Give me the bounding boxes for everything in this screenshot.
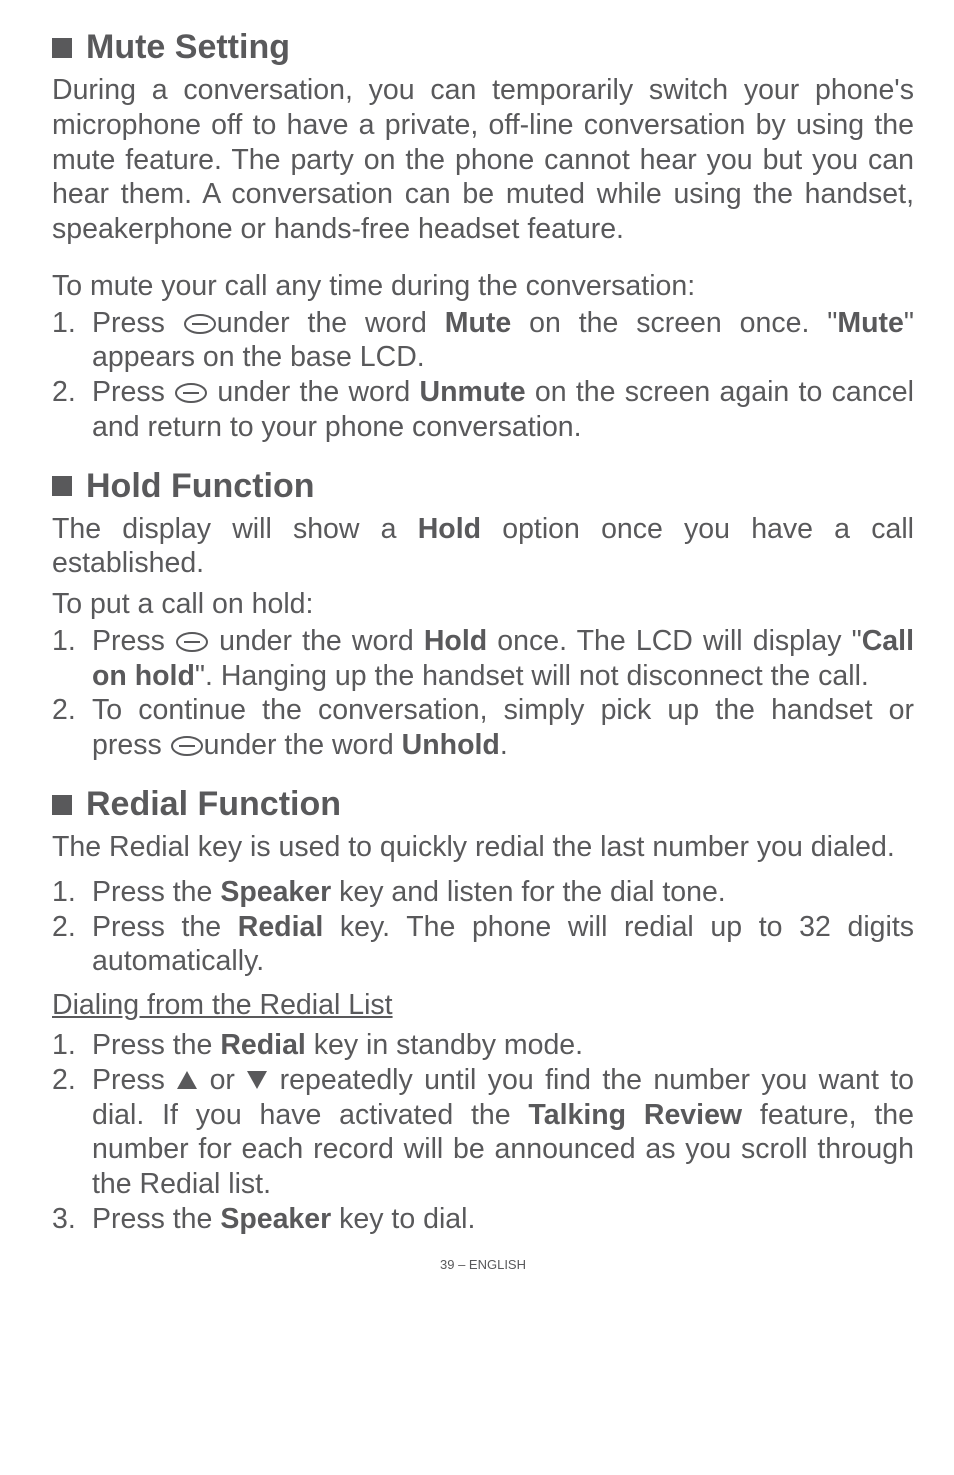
heading-text: Hold Function (86, 467, 315, 506)
list-item: 1. Press the Speaker key and listen for … (52, 875, 914, 910)
hold-description: The display will show a Hold option once… (52, 512, 914, 582)
section-bullet-icon (52, 38, 72, 58)
heading-text: Redial Function (86, 785, 341, 824)
redial-description: The Redial key is used to quickly redial… (52, 830, 914, 865)
list-item: 2. Press or repeatedly until you find th… (52, 1063, 914, 1202)
step-text: Press the Redial key in standby mode. (92, 1028, 914, 1063)
section-bullet-icon (52, 795, 72, 815)
mute-steps: 1. Press under the word Mute on the scre… (52, 306, 914, 445)
softkey-icon (175, 631, 209, 653)
step-text: To continue the conversation, simply pic… (92, 693, 914, 763)
step-number: 2. (52, 910, 92, 980)
step-text: Press the Redial key. The phone will red… (92, 910, 914, 980)
step-text: Press the Speaker key to dial. (92, 1202, 914, 1237)
subheading-redial-list: Dialing from the Redial List (52, 989, 914, 1022)
step-number: 1. (52, 1028, 92, 1063)
list-item: 1. Press under the word Hold once. The L… (52, 624, 914, 694)
step-number: 2. (52, 375, 92, 445)
list-item: 1. Press the Redial key in standby mode. (52, 1028, 914, 1063)
heading-mute-setting: Mute Setting (52, 28, 914, 67)
mute-description: During a conversation, you can temporari… (52, 73, 914, 247)
arrow-down-icon (246, 1070, 268, 1090)
mute-lead: To mute your call any time during the co… (52, 269, 914, 304)
page-footer: 39 – ENGLISH (52, 1257, 914, 1272)
step-number: 1. (52, 306, 92, 376)
step-number: 1. (52, 875, 92, 910)
section-bullet-icon (52, 476, 72, 496)
list-item: 2. To continue the conversation, simply … (52, 693, 914, 763)
heading-hold-function: Hold Function (52, 467, 914, 506)
arrow-up-icon (176, 1070, 198, 1090)
list-item: 2. Press under the word Unmute on the sc… (52, 375, 914, 445)
manual-page: Mute Setting During a conversation, you … (0, 0, 954, 1292)
softkey-icon (174, 382, 208, 404)
hold-lead: To put a call on hold: (52, 587, 914, 622)
step-number: 2. (52, 693, 92, 763)
redial-steps: 1. Press the Speaker key and listen for … (52, 875, 914, 979)
softkey-icon (170, 735, 204, 757)
step-text: Press or repeatedly until you find the n… (92, 1063, 914, 1202)
heading-redial-function: Redial Function (52, 785, 914, 824)
list-item: 1. Press under the word Mute on the scre… (52, 306, 914, 376)
list-item: 2. Press the Redial key. The phone will … (52, 910, 914, 980)
step-number: 1. (52, 624, 92, 694)
step-text: Press under the word Hold once. The LCD … (92, 624, 914, 694)
heading-text: Mute Setting (86, 28, 290, 67)
softkey-icon (183, 313, 217, 335)
step-text: Press the Speaker key and listen for the… (92, 875, 914, 910)
step-number: 3. (52, 1202, 92, 1237)
step-number: 2. (52, 1063, 92, 1202)
step-text: Press under the word Unmute on the scree… (92, 375, 914, 445)
redial-list-steps: 1. Press the Redial key in standby mode.… (52, 1028, 914, 1237)
list-item: 3. Press the Speaker key to dial. (52, 1202, 914, 1237)
hold-steps: 1. Press under the word Hold once. The L… (52, 624, 914, 763)
step-text: Press under the word Mute on the screen … (92, 306, 914, 376)
